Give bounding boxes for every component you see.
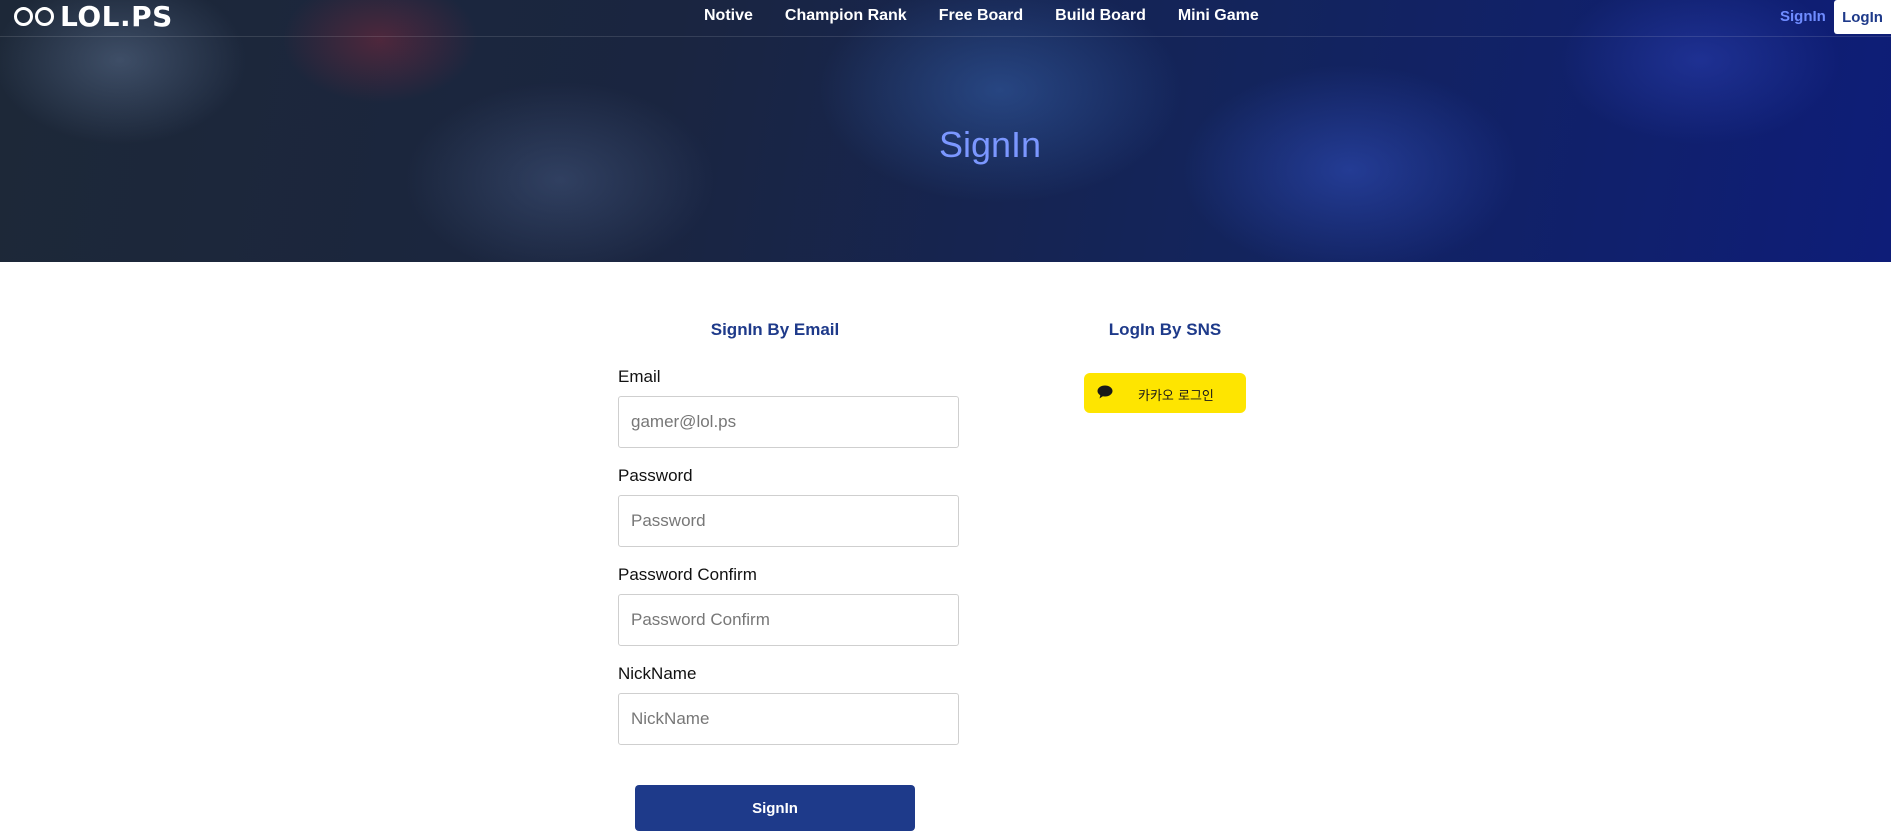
nav-item-free-board[interactable]: Free Board: [939, 7, 1023, 25]
hero-banner: LOL.PS Notive Champion Rank Free Board B…: [0, 0, 1891, 262]
top-navbar: LOL.PS Notive Champion Rank Free Board B…: [0, 0, 1891, 37]
page-title: SignIn: [938, 124, 1042, 165]
main-nav: Notive Champion Rank Free Board Build Bo…: [704, 0, 1291, 32]
speech-bubble-icon: [1097, 385, 1113, 399]
nav-item-build-board[interactable]: Build Board: [1055, 7, 1146, 25]
signin-submit-button[interactable]: SignIn: [635, 785, 915, 831]
site-logo[interactable]: LOL.PS: [14, 0, 173, 33]
password-confirm-field[interactable]: [618, 594, 959, 646]
password-field[interactable]: [618, 495, 959, 547]
login-button[interactable]: LogIn: [1834, 0, 1891, 34]
nav-item-mini-game[interactable]: Mini Game: [1178, 7, 1259, 25]
password-label: Password: [618, 466, 693, 485]
nav-item-champion-rank[interactable]: Champion Rank: [785, 7, 907, 25]
email-label: Email: [618, 367, 661, 386]
password-confirm-label: Password Confirm: [618, 565, 757, 584]
email-form-title: SignIn By Email: [710, 320, 840, 339]
email-field[interactable]: [618, 396, 959, 448]
sns-login-title: LogIn By SNS: [1108, 320, 1222, 339]
signin-link[interactable]: SignIn: [1780, 8, 1826, 25]
logo-rings-icon: [14, 6, 54, 26]
kakao-login-button[interactable]: 카카오 로그인: [1084, 373, 1246, 413]
nickname-field[interactable]: [618, 693, 959, 745]
nickname-label: NickName: [618, 664, 697, 683]
nav-item-notice[interactable]: Notive: [704, 7, 753, 25]
logo-text: LOL.PS: [60, 0, 173, 33]
kakao-login-label: 카카오 로그인: [1138, 389, 1214, 404]
